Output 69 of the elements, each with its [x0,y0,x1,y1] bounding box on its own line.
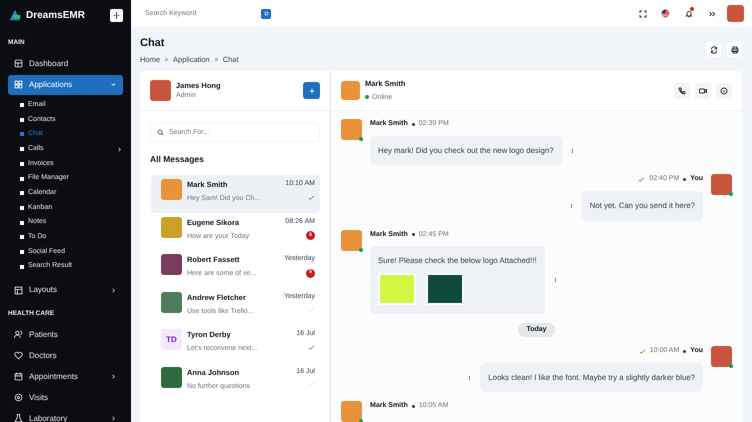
add-button[interactable] [303,82,320,100]
sidebar-item[interactable]: Applications [8,74,123,95]
video-button[interactable] [695,82,711,99]
sidebar-item[interactable]: Visits [8,388,123,408]
print-button[interactable] [727,42,742,57]
more-icon[interactable] [467,374,472,382]
menu-icon [14,414,23,422]
avatar-photo-placeholder [341,230,362,251]
sidebar-item[interactable]: Dashboard [8,54,123,74]
online-dot [359,137,363,142]
avatar-photo-placeholder [711,174,732,196]
section-heading: All Messages [150,153,205,166]
chevron-icon [214,57,219,62]
sidebar-item[interactable]: Patients [8,324,123,345]
menu-icon [14,330,23,340]
online-dot [365,94,369,99]
more-icon[interactable] [570,146,575,155]
check-icon [638,348,646,355]
online-dot [359,419,363,422]
online-dot [359,248,363,252]
menu-icon [14,59,23,68]
menu-icon [14,80,23,90]
menu-icon [14,351,23,360]
logo-icon [8,8,22,22]
brand-name: DreamsEMR [26,8,85,22]
check-icon [638,176,646,184]
avatar-photo-placeholder [161,216,182,238]
avatar-photo-placeholder [341,401,362,422]
avatar-photo-placeholder [161,292,182,313]
phone-button[interactable] [674,82,690,99]
avatar-photo-placeholder [150,80,171,102]
image-placeholder[interactable] [426,272,464,305]
refresh-icon [710,46,718,54]
online-dot [729,192,733,196]
avatar-photo-placeholder [161,179,182,200]
page-title: Chat [140,37,166,50]
info-button[interactable] [716,82,732,99]
online-dot [729,364,733,368]
chevrons-icon [708,10,716,18]
more-icon[interactable] [568,202,574,210]
shortcut-button[interactable] [261,8,271,18]
menu-icon [14,286,23,294]
collapse-icon [112,10,121,20]
flag-icon [661,9,670,18]
print-icon [730,46,738,54]
plus-icon [308,86,316,95]
refresh-button[interactable] [706,42,721,57]
avatar-photo-placeholder [161,366,182,388]
avatar-photo-placeholder [341,81,360,100]
sidebar-item[interactable]: Doctors [8,346,123,366]
initials-avatar: TD [161,329,182,350]
menu-icon [14,372,23,382]
bell-icon [684,10,692,18]
more-icon[interactable] [552,276,558,284]
phone-icon [678,86,686,95]
command-icon [262,10,270,17]
avatar-photo-placeholder [161,254,182,276]
sidebar-item[interactable]: Layouts [8,280,123,300]
sidebar-item[interactable]: Appointments [8,366,123,387]
avatar-photo-placeholder [341,119,362,140]
info-icon [720,86,728,95]
menu-icon [14,393,23,402]
fullscreen-icon [638,10,646,18]
search-icon [157,129,164,136]
chevron-icon [164,57,170,62]
user-avatar[interactable] [727,5,744,22]
avatar-photo-placeholder [711,346,732,368]
collapse-button[interactable] [110,8,123,22]
video-icon [699,86,707,95]
